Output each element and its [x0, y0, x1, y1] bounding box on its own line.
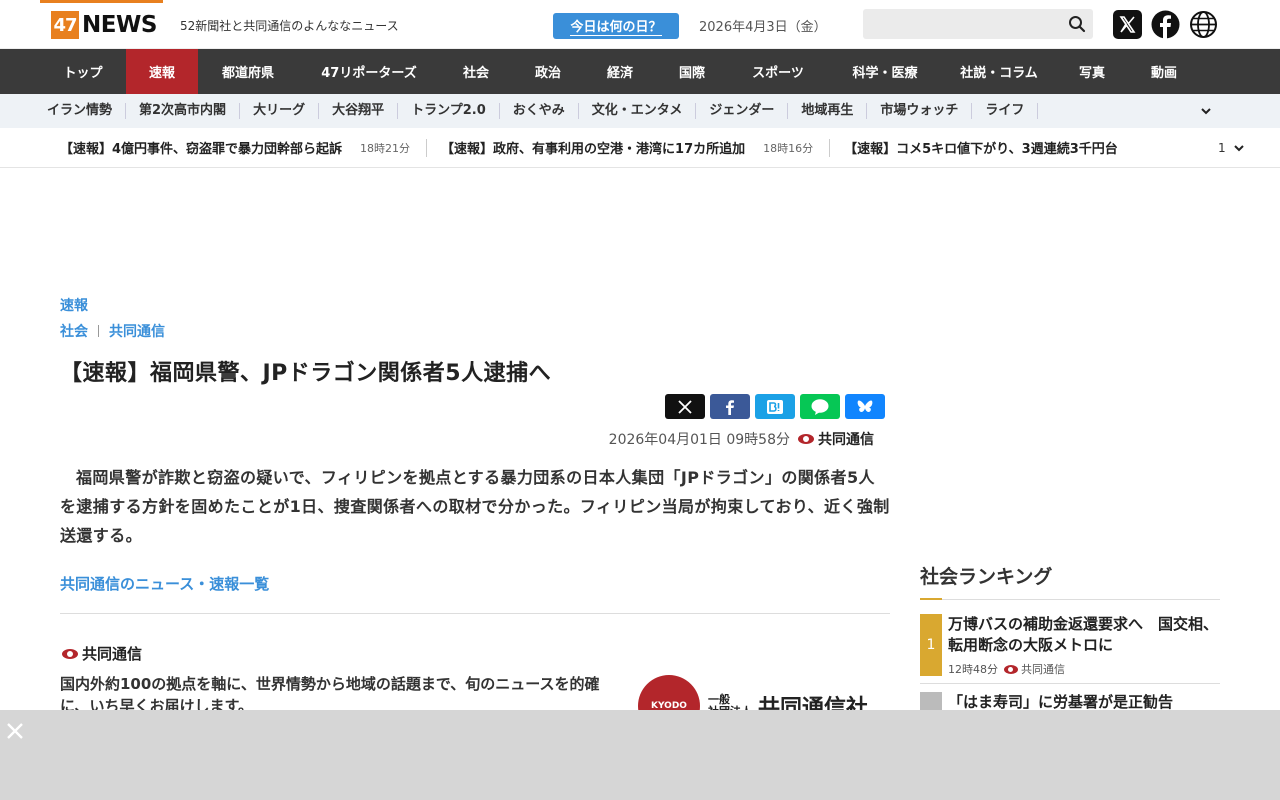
nav-item[interactable]: 科学・医療: [828, 49, 942, 94]
kyodo-mark-icon: [798, 434, 814, 444]
topic-item[interactable]: おくやみ: [500, 103, 579, 119]
topic-item[interactable]: トランプ2.0: [398, 103, 500, 119]
main-navigation: トップ 速報 都道府県 47リポーターズ 社会 政治 経済 国際 スポーツ 科学・医療 社説・コラム…: [0, 49, 1280, 94]
x-icon[interactable]: [1113, 10, 1142, 39]
current-date: 2026年4月3日（金）: [699, 20, 827, 35]
article-date: 2026年04月01日 09時58分: [608, 432, 790, 448]
ad-overlay: [0, 710, 1280, 800]
article-title: 【速報】福岡県警、JPドラゴン関係者5人逮捕へ: [60, 361, 552, 386]
topic-item[interactable]: ライフ: [972, 103, 1039, 119]
topic-item[interactable]: 文化・エンタメ: [579, 103, 697, 119]
ticker-page-number: 1: [1218, 141, 1226, 155]
nav-item[interactable]: 47リポーターズ: [298, 49, 440, 94]
ticker-item[interactable]: 【速報】政府、有事利用の空港・港湾に17カ所追加 18時16分: [441, 138, 813, 158]
bluesky-icon: [857, 400, 873, 412]
topic-item[interactable]: 地域再生: [788, 103, 868, 119]
source-link[interactable]: 共同通信: [109, 321, 165, 341]
globe-icon[interactable]: [1189, 10, 1218, 39]
rank-number: 1: [920, 614, 942, 676]
share-bluesky-button[interactable]: [845, 394, 885, 419]
search-input[interactable]: [863, 9, 1093, 39]
ranking-headline: 万博バスの補助金返還要求へ 国交相、転用断念の大阪メトロに: [948, 615, 1219, 654]
topic-navigation: イラン情勢 第2次高市内閣 大リーグ 大谷翔平 トランプ2.0 おくやみ 文化・エンタメ ジェ…: [0, 94, 1280, 128]
ticker-divider: [426, 138, 428, 157]
nav-item[interactable]: 社説・コラム: [942, 49, 1056, 94]
nav-item[interactable]: 社会: [440, 49, 512, 94]
share-buttons: [665, 394, 885, 419]
kyodo-mark-icon: [1004, 664, 1018, 674]
close-icon[interactable]: [6, 722, 24, 740]
nav-item[interactable]: 写真: [1056, 49, 1128, 94]
topic-item[interactable]: 第2次高市内閣: [126, 103, 241, 119]
nav-item[interactable]: 経済: [584, 49, 656, 94]
nav-item[interactable]: 速報: [126, 49, 198, 94]
share-hatena-button[interactable]: [755, 394, 795, 419]
ticker-pager[interactable]: 1: [1210, 128, 1280, 167]
ranking-panel: 社会ランキング 1 万博バスの補助金返還要求へ 国交相、転用断念の大阪メトロに …: [920, 562, 1220, 720]
share-facebook-button[interactable]: [710, 394, 750, 419]
article: 速報 社会 共同通信 【速報】福岡県警、JPドラゴン関係者5人逮捕へ 2026年…: [60, 295, 890, 737]
share-x-button[interactable]: [665, 394, 705, 419]
facebook-icon[interactable]: [1151, 10, 1180, 39]
logo-word: NEWS: [82, 12, 157, 38]
facebook-icon: [726, 399, 734, 415]
today-button[interactable]: 今日は何の日？: [553, 13, 679, 39]
hatena-bookmark-icon: [767, 399, 783, 414]
ticker-item[interactable]: 【速報】4億円事件、窃盗罪で暴力団幹部ら起訴 18時21分: [60, 138, 410, 158]
article-section-row: 社会 共同通信: [60, 321, 890, 341]
breaking-news-ticker: 【速報】4億円事件、窃盗罪で暴力団幹部ら起訴 18時21分 【速報】政府、有事利…: [0, 128, 1280, 168]
nav-item[interactable]: 国際: [656, 49, 728, 94]
site-logo[interactable]: 47 NEWS: [51, 11, 157, 39]
article-body: 福岡県警が詐欺と窃盗の疑いで、フィリピンを拠点とする暴力団系の日本人集団「JPド…: [60, 468, 890, 545]
article-source: 共同通信: [798, 429, 874, 449]
topic-item[interactable]: 市場ウォッチ: [867, 103, 973, 119]
site-tagline: 52新聞社と共同通信のよんななニュース: [180, 19, 399, 33]
separator: [98, 325, 99, 337]
line-icon: [811, 398, 829, 415]
chevron-down-icon[interactable]: [1199, 104, 1213, 118]
nav-item[interactable]: 政治: [512, 49, 584, 94]
nav-item[interactable]: 都道府県: [198, 49, 298, 94]
search-icon[interactable]: [1067, 14, 1087, 34]
nav-item[interactable]: トップ: [40, 49, 126, 94]
chevron-down-icon[interactable]: [1232, 141, 1246, 155]
topic-item[interactable]: ジェンダー: [696, 103, 789, 119]
nav-item[interactable]: 動画: [1128, 49, 1200, 94]
article-category-link[interactable]: 速報: [60, 295, 890, 315]
kyodo-mark-icon: [62, 648, 78, 659]
topic-item[interactable]: イラン情勢: [47, 103, 127, 119]
topic-item[interactable]: 大リーグ: [240, 103, 320, 119]
ticker-item[interactable]: 【速報】コメ5キロ値下がり、3週連続3千円台: [844, 138, 1118, 157]
more-news-link[interactable]: 共同通信のニュース・速報一覧: [60, 573, 269, 594]
ranking-meta: 12時48分 共同通信: [948, 663, 1065, 676]
nav-item[interactable]: スポーツ: [728, 49, 828, 94]
source-profile-name: 共同通信: [62, 643, 142, 664]
site-header: 47 NEWS 52新聞社と共同通信のよんななニュース 今日は何の日？ 2026…: [0, 0, 1280, 49]
x-icon: [678, 399, 692, 414]
logo-number: 47: [51, 11, 79, 39]
divider: [60, 613, 890, 614]
topic-list: イラン情勢 第2次高市内閣 大リーグ 大谷翔平 トランプ2.0 おくやみ 文化・エンタメ ジェ…: [47, 103, 1039, 119]
article-meta: 2026年04月01日 09時58分 共同通信: [609, 429, 874, 449]
rank-number: [920, 692, 942, 712]
share-line-button[interactable]: [800, 394, 840, 419]
ticker-divider: [829, 138, 831, 157]
topic-item[interactable]: 大谷翔平: [319, 103, 399, 119]
ranking-item[interactable]: 1 万博バスの補助金返還要求へ 国交相、転用断念の大阪メトロに 12時48分 共…: [920, 600, 1220, 684]
ranking-title: 社会ランキング: [920, 562, 1220, 600]
logo-accent-bar: [40, 0, 163, 3]
section-link[interactable]: 社会: [60, 321, 88, 341]
